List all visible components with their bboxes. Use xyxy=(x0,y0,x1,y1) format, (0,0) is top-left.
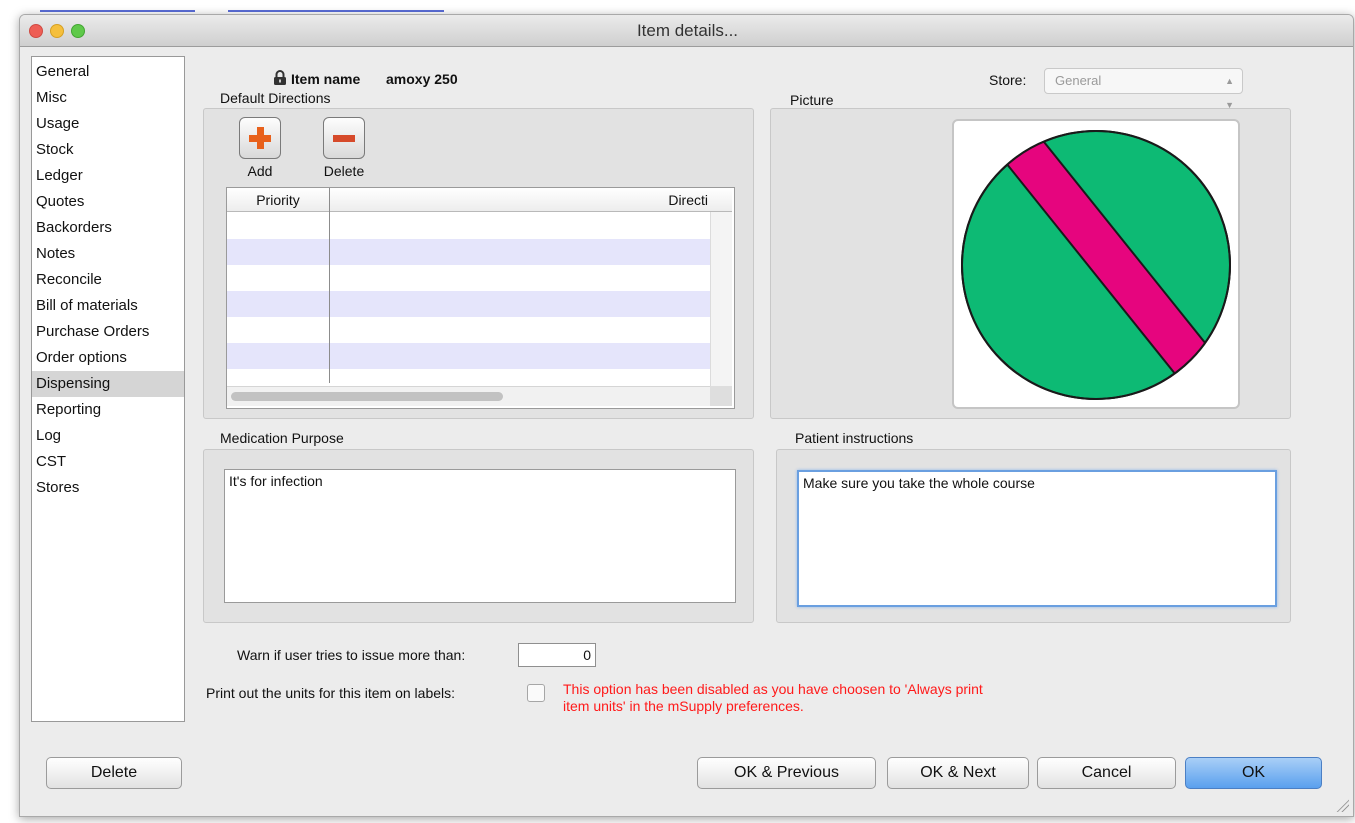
table-row[interactable] xyxy=(227,213,710,239)
sidebar-item-notes[interactable]: Notes xyxy=(32,241,184,267)
table-row[interactable] xyxy=(227,317,710,343)
store-select-value: General xyxy=(1055,73,1102,88)
ok-button[interactable]: OK xyxy=(1185,757,1322,789)
table-row[interactable] xyxy=(227,369,710,386)
sidebar-item-cst[interactable]: CST xyxy=(32,449,184,475)
item-name-value: amoxy 250 xyxy=(386,71,458,87)
scroll-corner xyxy=(710,386,732,406)
medication-purpose-panel: It's for infection xyxy=(203,449,754,623)
print-units-label: Print out the units for this item on lab… xyxy=(206,685,456,701)
pill-image xyxy=(961,130,1231,400)
column-header-priority[interactable]: Priority xyxy=(227,188,329,212)
patient-instructions-label: Patient instructions xyxy=(795,430,914,446)
disabled-message-line-1: This option has been disabled as you hav… xyxy=(563,681,983,697)
directions-table-header: Priority Directi xyxy=(227,188,732,212)
table-row[interactable] xyxy=(227,343,710,369)
title-bar[interactable]: Item details... xyxy=(20,15,1353,47)
window-title: Item details... xyxy=(636,21,739,40)
default-directions-panel: Add Delete Priority Directi xyxy=(203,108,754,419)
sidebar-item-purchase-orders[interactable]: Purchase Orders xyxy=(32,319,184,345)
medication-purpose-field[interactable]: It's for infection xyxy=(224,469,736,603)
sidebar-item-bill-of-materials[interactable]: Bill of materials xyxy=(32,293,184,319)
table-row[interactable] xyxy=(227,291,710,317)
delete-item-button[interactable]: Delete xyxy=(46,757,182,789)
sidebar-item-order-options[interactable]: Order options xyxy=(32,345,184,371)
section-list[interactable]: General Misc Usage Stock Ledger Quotes Backord… xyxy=(31,56,185,722)
item-picture[interactable] xyxy=(952,119,1240,409)
delete-direction-caption: Delete xyxy=(323,163,365,179)
item-details-window: Item details... General Misc Usage Stock Led… xyxy=(19,14,1354,817)
sidebar-item-general[interactable]: General xyxy=(32,59,184,85)
directions-table[interactable]: Priority Directi xyxy=(226,187,735,409)
sidebar-item-log[interactable]: Log xyxy=(32,423,184,449)
patient-instructions-panel: Make sure you take the whole course xyxy=(776,449,1291,623)
horizontal-scroll-thumb[interactable] xyxy=(231,392,503,401)
sidebar-item-stock[interactable]: Stock xyxy=(32,137,184,163)
vertical-scrollbar[interactable] xyxy=(710,212,732,386)
sidebar-item-usage[interactable]: Usage xyxy=(32,111,184,137)
ok-next-button[interactable]: OK & Next xyxy=(887,757,1029,789)
add-direction-button[interactable] xyxy=(239,117,281,159)
warn-issue-label: Warn if user tries to issue more than: xyxy=(237,647,466,663)
print-units-disabled-message: This option has been disabled as you hav… xyxy=(563,681,983,715)
column-header-directions[interactable]: Directi xyxy=(330,188,710,212)
horizontal-scrollbar[interactable] xyxy=(227,386,710,406)
medication-purpose-label: Medication Purpose xyxy=(220,430,344,446)
picture-panel xyxy=(770,108,1291,419)
cancel-button[interactable]: Cancel xyxy=(1037,757,1176,789)
patient-instructions-field[interactable]: Make sure you take the whole course xyxy=(797,470,1277,607)
sidebar-item-stores[interactable]: Stores xyxy=(32,475,184,501)
store-label: Store: xyxy=(989,72,1027,88)
table-row[interactable] xyxy=(227,265,710,291)
store-select[interactable]: General ▲ ▼ xyxy=(1044,68,1243,110)
picture-label: Picture xyxy=(790,92,834,108)
sidebar-item-misc[interactable]: Misc xyxy=(32,85,184,111)
background-link xyxy=(228,0,444,12)
ok-previous-button[interactable]: OK & Previous xyxy=(697,757,876,789)
resize-grip-icon[interactable] xyxy=(1335,798,1349,812)
minus-icon xyxy=(333,135,355,142)
item-name-label: Item name xyxy=(291,71,361,87)
warn-issue-quantity-field[interactable]: 0 xyxy=(518,643,596,667)
lock-icon xyxy=(273,70,287,86)
default-directions-label: Default Directions xyxy=(220,90,331,106)
delete-direction-button[interactable] xyxy=(323,117,365,159)
sidebar-item-dispensing[interactable]: Dispensing xyxy=(32,371,184,397)
add-direction-caption: Add xyxy=(247,163,273,179)
table-row[interactable] xyxy=(227,239,710,265)
plus-icon-bar xyxy=(257,127,264,149)
sidebar-item-reconcile[interactable]: Reconcile xyxy=(32,267,184,293)
disabled-message-line-2: item units' in the mSupply preferences. xyxy=(563,698,804,714)
column-divider[interactable] xyxy=(329,188,330,383)
background-link xyxy=(40,0,195,12)
sidebar-item-quotes[interactable]: Quotes xyxy=(32,189,184,215)
sidebar-item-ledger[interactable]: Ledger xyxy=(32,163,184,189)
sidebar-item-backorders[interactable]: Backorders xyxy=(32,215,184,241)
sidebar-item-reporting[interactable]: Reporting xyxy=(32,397,184,423)
print-units-checkbox[interactable] xyxy=(527,684,545,702)
